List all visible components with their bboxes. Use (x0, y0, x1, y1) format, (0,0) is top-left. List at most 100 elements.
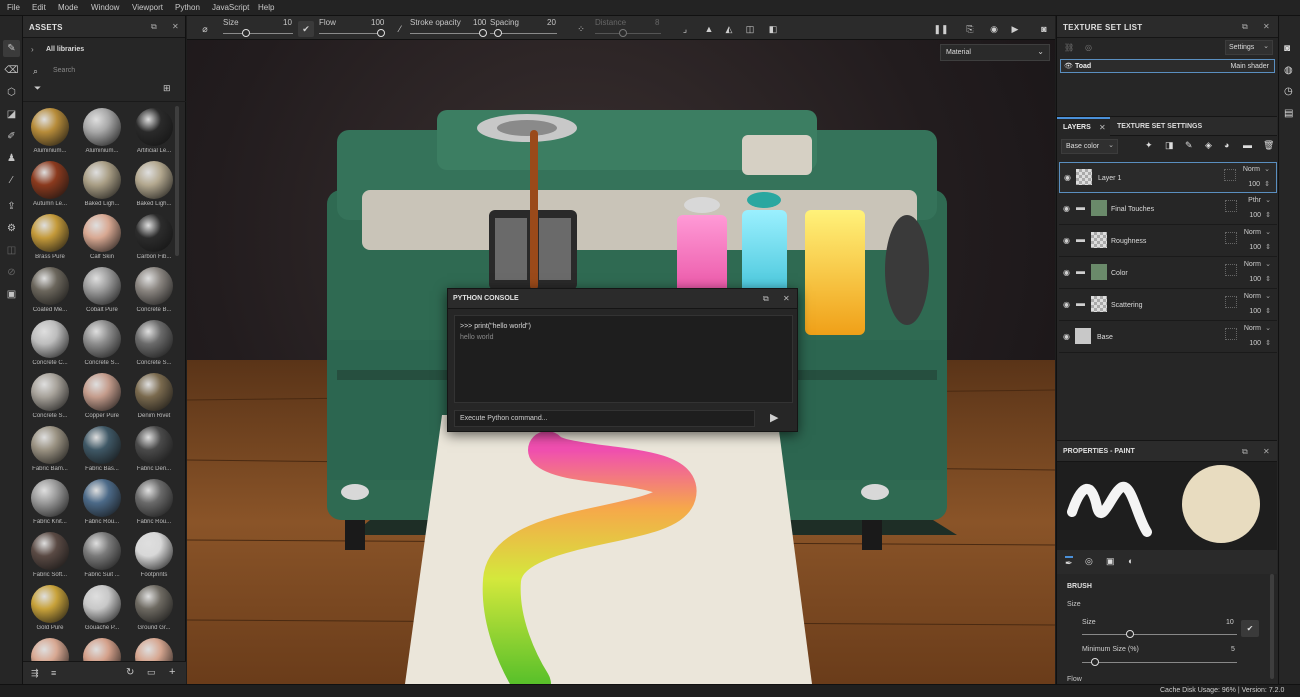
screenshot-icon[interactable]: ▣ (3, 286, 20, 303)
opacity-value[interactable]: 100 (1249, 340, 1261, 347)
asset-thumbnail[interactable]: Fabric Den... (128, 424, 180, 477)
refresh-icon[interactable]: ↻ (126, 667, 134, 678)
lock-icon[interactable]: ⊘ (3, 264, 20, 281)
channel-dropdown[interactable]: Base color ⌄ (1061, 139, 1118, 154)
symmetry-icon[interactable]: ◫ (3, 242, 20, 259)
menu-edit[interactable]: Edit (32, 3, 46, 12)
menu-window[interactable]: Window (91, 3, 119, 12)
close-icon[interactable]: ✕ (172, 22, 179, 31)
undock-icon[interactable]: ⧉ (763, 294, 769, 304)
asset-thumbnail[interactable]: Coated Me... (24, 265, 76, 318)
asset-thumbnail[interactable]: Carbon Fib... (128, 212, 180, 265)
asset-thumbnail[interactable]: Baked Ligh... (128, 159, 180, 212)
spacing-slider-handle[interactable] (494, 29, 502, 37)
eye-icon[interactable]: ◉ (1063, 332, 1070, 341)
asset-thumbnail[interactable]: Fabric Bam... (24, 424, 76, 477)
tab-stencil-icon[interactable]: ▣ (1106, 556, 1115, 567)
undock-icon[interactable]: ⧉ (1242, 22, 1248, 32)
layer-mask-slot[interactable] (1225, 328, 1237, 340)
asset-thumbnail[interactable]: Copper Pure (76, 371, 128, 424)
delete-layer-icon[interactable]: 🗑 (1263, 140, 1274, 151)
backface-icon[interactable]: ◫ (742, 21, 758, 37)
link-icon[interactable]: ⛓ (1064, 43, 1074, 52)
bake-icon[interactable]: ⇪ (3, 198, 20, 215)
chevron-down-icon[interactable]: ⌄ (1265, 324, 1271, 332)
close-icon[interactable]: ✕ (783, 294, 790, 303)
pause-icon[interactable]: ❚❚ (933, 21, 949, 37)
history-icon[interactable]: ◷ (1284, 86, 1293, 97)
blend-mode-dropdown[interactable]: Norm (1244, 229, 1261, 236)
video-camera-icon[interactable]: ▶ (1007, 21, 1023, 37)
size-slider[interactable] (223, 33, 293, 34)
camera-icon[interactable]: ◙ (1284, 43, 1290, 54)
layer-mask-slot[interactable] (1225, 264, 1237, 276)
menu-file[interactable]: File (7, 3, 20, 12)
flow-slider[interactable] (319, 33, 384, 34)
globe-icon[interactable]: ◍ (1284, 65, 1293, 76)
add-paint-layer-icon[interactable]: ✎ (1185, 140, 1193, 151)
folder-icon[interactable]: ▬ (1076, 298, 1085, 308)
blend-mode-dropdown[interactable]: Pthr (1248, 197, 1261, 204)
occlusion-icon[interactable]: ◧ (765, 21, 781, 37)
tab-alpha-icon[interactable]: ◎ (1085, 556, 1093, 567)
close-icon[interactable]: ✕ (1263, 22, 1270, 31)
visibility-icon[interactable]: ◎ (1085, 43, 1092, 52)
search-input[interactable]: Search (51, 63, 181, 77)
eye-icon[interactable]: ◉ (1063, 268, 1070, 277)
layer-mask-slot[interactable] (1224, 169, 1236, 181)
add-folder-icon[interactable]: ▬ (1243, 140, 1252, 150)
tangent-wrap-icon[interactable]: ◭ (721, 21, 737, 37)
add-smart-material-icon[interactable]: ◕ (1224, 140, 1229, 150)
asset-thumbnail[interactable]: Ground Gr... (128, 583, 180, 636)
layer-row[interactable]: ◉ Layer 1 Norm ⌄ 100 ⇕ (1059, 162, 1277, 193)
asset-thumbnail[interactable]: Autumn Le... (24, 159, 76, 212)
sort-icon[interactable]: ≡ (51, 668, 56, 678)
asset-thumbnail[interactable]: Fabric Rou... (76, 477, 128, 530)
chevron-down-icon[interactable]: ⌄ (1265, 260, 1271, 268)
distance-slider-handle[interactable] (619, 29, 627, 37)
brush-size-slider[interactable] (1082, 634, 1237, 635)
stroke-opacity-handle[interactable] (479, 29, 487, 37)
filter-icon[interactable]: ⏷ (34, 83, 41, 94)
camera-switch-icon[interactable]: ⎘ (962, 21, 978, 37)
opacity-value[interactable]: 100 (1249, 212, 1261, 219)
eye-icon[interactable]: ◉ (1064, 173, 1071, 182)
blend-mode-dropdown[interactable]: Norm (1243, 166, 1260, 173)
add-mask-icon[interactable]: ◨ (1165, 140, 1174, 151)
folder-icon[interactable]: ▬ (1076, 234, 1085, 244)
layer-mask-slot[interactable] (1225, 200, 1237, 212)
tab-layers[interactable]: LAYERS ✕ (1057, 117, 1110, 136)
texture-set-shader[interactable]: Main shader (1230, 63, 1269, 70)
asset-thumbnail[interactable]: Concrete C... (24, 318, 76, 371)
viewport-mode-dropdown[interactable]: Material ⌄ (940, 44, 1050, 61)
eye-icon[interactable]: ◉ (1063, 236, 1070, 245)
asset-thumbnail[interactable]: Concrete S... (24, 371, 76, 424)
console-input[interactable]: Execute Python command... (454, 410, 755, 427)
menu-javascript[interactable]: JavaScript (212, 3, 249, 12)
size-slider-handle[interactable] (242, 29, 250, 37)
layer-row[interactable]: ◉ ▬ Roughness Norm ⌄ 100 ⇕ (1059, 226, 1277, 257)
opacity-value[interactable]: 100 (1248, 181, 1260, 188)
stepper-icon[interactable]: ⇕ (1265, 243, 1271, 251)
opacity-value[interactable]: 100 (1249, 244, 1261, 251)
blend-mode-dropdown[interactable]: Norm (1244, 261, 1261, 268)
stroke-opacity-slider[interactable] (410, 33, 483, 34)
brush-options-icon[interactable]: ⌀ (197, 21, 213, 37)
asset-thumbnail[interactable]: Concrete B... (128, 265, 180, 318)
add-icon[interactable]: + (169, 666, 175, 678)
layer-mask-slot[interactable] (1225, 232, 1237, 244)
geometry-mask-icon[interactable]: ◪ (3, 106, 20, 123)
settings-dropdown[interactable]: Settings ⌄ (1225, 40, 1273, 55)
layer-row[interactable]: ◉ ▬ Final Touches Pthr ⌄ 100 ⇕ (1059, 194, 1277, 225)
pen-pressure-icon[interactable]: ✔ (298, 21, 314, 37)
layer-row[interactable]: ◉ Base Norm ⌄ 100 ⇕ (1059, 322, 1277, 353)
grid-view-icon[interactable]: ⊞ (163, 83, 171, 94)
undock-icon[interactable]: ⧉ (151, 22, 157, 32)
execute-play-icon[interactable]: ▶ (770, 411, 778, 424)
stepper-icon[interactable]: ⇕ (1265, 211, 1271, 219)
lazy-mouse-icon[interactable]: ⁘ (573, 21, 589, 37)
asset-thumbnail[interactable]: Gold Pure (24, 583, 76, 636)
stepper-icon[interactable]: ⇕ (1265, 339, 1271, 347)
log-icon[interactable]: ▤ (1284, 108, 1293, 119)
asset-thumbnail[interactable]: Denim Rivet (128, 371, 180, 424)
